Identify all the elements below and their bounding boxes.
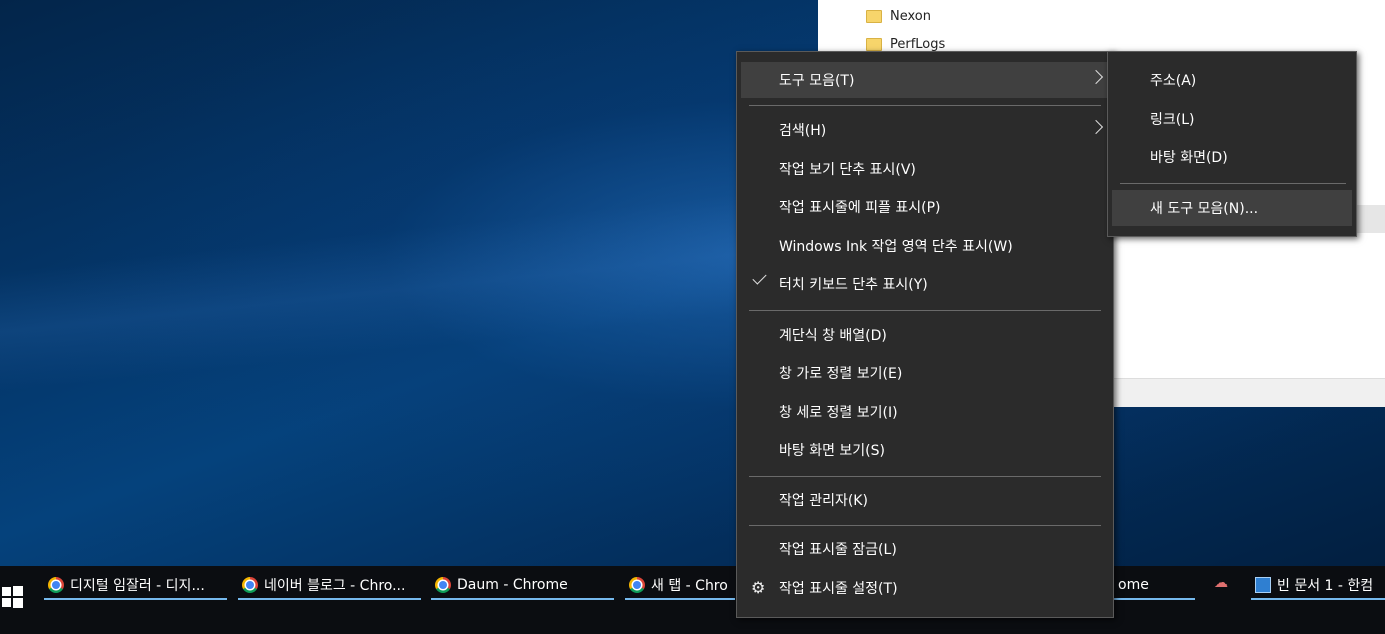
submenu-item-links[interactable]: 링크(L) [1112,101,1352,137]
menu-item-label: 작업 관리자(K) [779,493,868,509]
menu-item-show-desktop[interactable]: 바탕 화면 보기(S) [741,432,1109,468]
menu-separator [1120,183,1346,184]
menu-separator [749,476,1101,477]
taskbar-item-chrome-2[interactable]: 네이버 블로그 - Chro... [238,570,421,600]
submenu-item-desktop[interactable]: 바탕 화면(D) [1112,139,1352,175]
menu-item-label: 작업 표시줄 잠금(L) [779,542,897,558]
taskbar: 디지털 임잘러 - 디지... 네이버 블로그 - Chro... Daum -… [0,566,1385,634]
menu-item-label: 창 가로 정렬 보기(E) [779,366,903,382]
taskbar-item-label: 새 탭 - Chro [651,578,728,594]
hwp-document-icon [1255,577,1271,593]
chevron-right-icon [1088,69,1104,85]
checkmark-icon [752,270,767,285]
menu-item-label: Windows Ink 작업 영역 단추 표시(W) [779,239,1013,255]
menu-item-label: 계단식 창 배열(D) [779,328,887,344]
submenu-item-label: 새 도구 모음(N)... [1150,201,1259,217]
app-tray-icon[interactable]: ☁ [1214,575,1232,591]
menu-item-lock-taskbar[interactable]: 작업 표시줄 잠금(L) [741,531,1109,567]
menu-item-toolbars[interactable]: 도구 모음(T) [741,62,1109,98]
wallpaper-light-beam [0,183,854,397]
toolbars-submenu: 주소(A) 링크(L) 바탕 화면(D) 새 도구 모음(N)... [1107,51,1357,237]
folder-label: PerfLogs [890,36,946,52]
menu-item-label: 작업 보기 단추 표시(V) [779,162,916,178]
taskbar-item-chrome-1[interactable]: 디지털 임잘러 - 디지... [44,570,227,600]
taskbar-item-chrome-4[interactable]: 새 탭 - Chro [625,570,735,600]
menu-separator [749,310,1101,311]
taskbar-item-chrome-3[interactable]: Daum - Chrome [431,570,614,600]
submenu-item-label: 링크(L) [1150,112,1195,128]
folder-icon [866,9,882,23]
menu-item-label: 터치 키보드 단추 표시(Y) [779,277,928,293]
submenu-item-label: 바탕 화면(D) [1150,150,1228,166]
taskbar-item-label: 네이버 블로그 - Chro... [264,578,406,594]
taskbar-item-hwp[interactable]: 빈 문서 1 - 한컴 [1251,570,1385,600]
explorer-status-strip [1110,378,1385,407]
menu-separator [749,105,1101,106]
menu-item-label: 작업 표시줄에 피플 표시(P) [779,200,941,216]
chrome-icon [48,577,64,593]
menu-item-label: 작업 표시줄 설정(T) [779,581,898,597]
menu-item-windows-ink[interactable]: Windows Ink 작업 영역 단추 표시(W) [741,228,1109,264]
menu-item-stack[interactable]: 창 가로 정렬 보기(E) [741,355,1109,391]
menu-separator [749,525,1101,526]
menu-item-search[interactable]: 검색(H) [741,112,1109,148]
gear-icon: ⚙ [751,578,766,597]
menu-item-label: 창 세로 정렬 보기(I) [779,405,898,421]
menu-item-taskbar-settings[interactable]: ⚙ 작업 표시줄 설정(T) [741,570,1109,606]
submenu-item-label: 주소(A) [1150,73,1197,89]
taskbar-item-chrome-5[interactable]: ome [1114,570,1195,600]
folder-icon [866,37,882,51]
taskbar-context-menu: 도구 모음(T) 검색(H) 작업 보기 단추 표시(V) 작업 표시줄에 피플… [736,51,1114,618]
menu-item-touch-keyboard[interactable]: 터치 키보드 단추 표시(Y) [741,266,1109,302]
chevron-right-icon [1088,119,1104,135]
menu-item-people[interactable]: 작업 표시줄에 피플 표시(P) [741,189,1109,225]
folder-item-nexon[interactable]: Nexon [866,5,931,27]
chrome-icon [435,577,451,593]
taskbar-item-label: 디지털 임잘러 - 디지... [70,578,205,594]
taskbar-item-label: ome [1118,577,1149,593]
menu-item-cascade[interactable]: 계단식 창 배열(D) [741,317,1109,353]
menu-item-label: 도구 모음(T) [779,73,855,89]
chrome-icon [629,577,645,593]
folder-label: Nexon [890,8,931,24]
submenu-item-address[interactable]: 주소(A) [1112,62,1352,98]
start-button[interactable] [2,586,24,608]
menu-item-label: 검색(H) [779,123,827,139]
menu-item-task-manager[interactable]: 작업 관리자(K) [741,482,1109,518]
menu-item-task-view[interactable]: 작업 보기 단추 표시(V) [741,151,1109,187]
taskbar-item-label: Daum - Chrome [457,577,568,593]
chrome-icon [242,577,258,593]
taskbar-item-label: 빈 문서 1 - 한컴 [1277,578,1374,594]
submenu-item-new-toolbar[interactable]: 새 도구 모음(N)... [1112,190,1352,226]
menu-item-side-by-side[interactable]: 창 세로 정렬 보기(I) [741,394,1109,430]
menu-item-label: 바탕 화면 보기(S) [779,443,885,459]
